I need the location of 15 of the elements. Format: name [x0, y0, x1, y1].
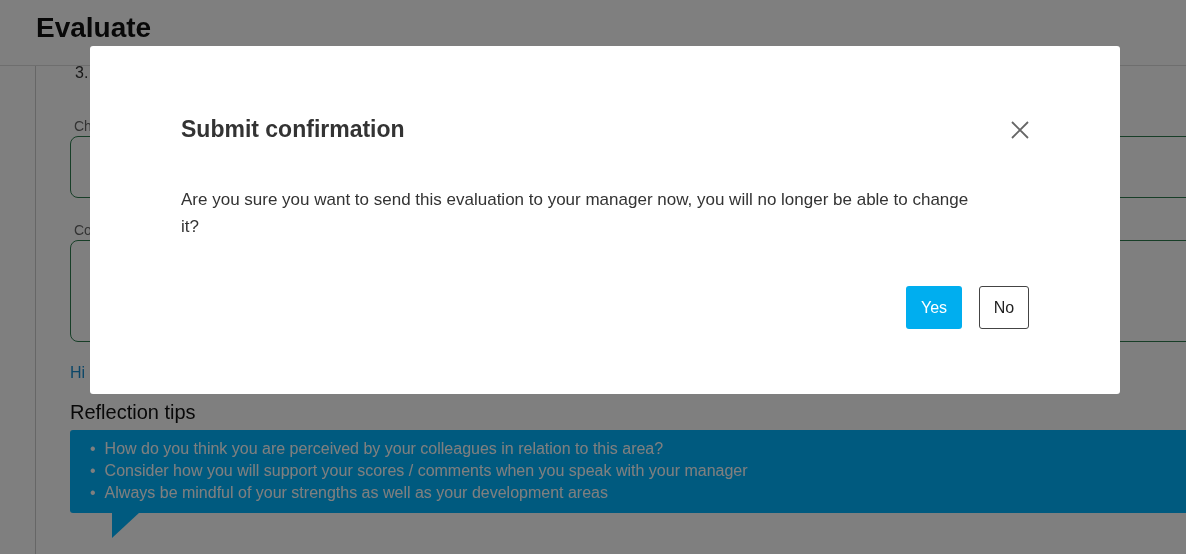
section-heading: Reflection tips	[70, 400, 196, 424]
tip-item: Always be mindful of your strengths as well as your development areas	[104, 483, 608, 503]
dialog-message: Are you sure you want to send this evaluation to your manager now, you will no longer be able to change it?	[181, 189, 970, 238]
bullet: •	[90, 461, 96, 481]
confirm-button[interactable]: Yes	[906, 286, 962, 329]
tip-item: Consider how you will support your scores / comments when you speak with your manager	[104, 461, 748, 481]
question-number: 3.	[75, 66, 89, 80]
page-title: Evaluate	[36, 11, 152, 45]
cancel-button[interactable]: No	[979, 286, 1029, 329]
link[interactable]: Hi	[70, 364, 86, 382]
bullet: •	[90, 483, 96, 503]
bullet: •	[90, 439, 96, 459]
tip-item: How do you think you are perceived by your colleagues in relation to this area?	[104, 439, 664, 459]
dialog-title: Submit confirmation	[181, 116, 405, 143]
close-icon[interactable]	[1010, 119, 1030, 140]
